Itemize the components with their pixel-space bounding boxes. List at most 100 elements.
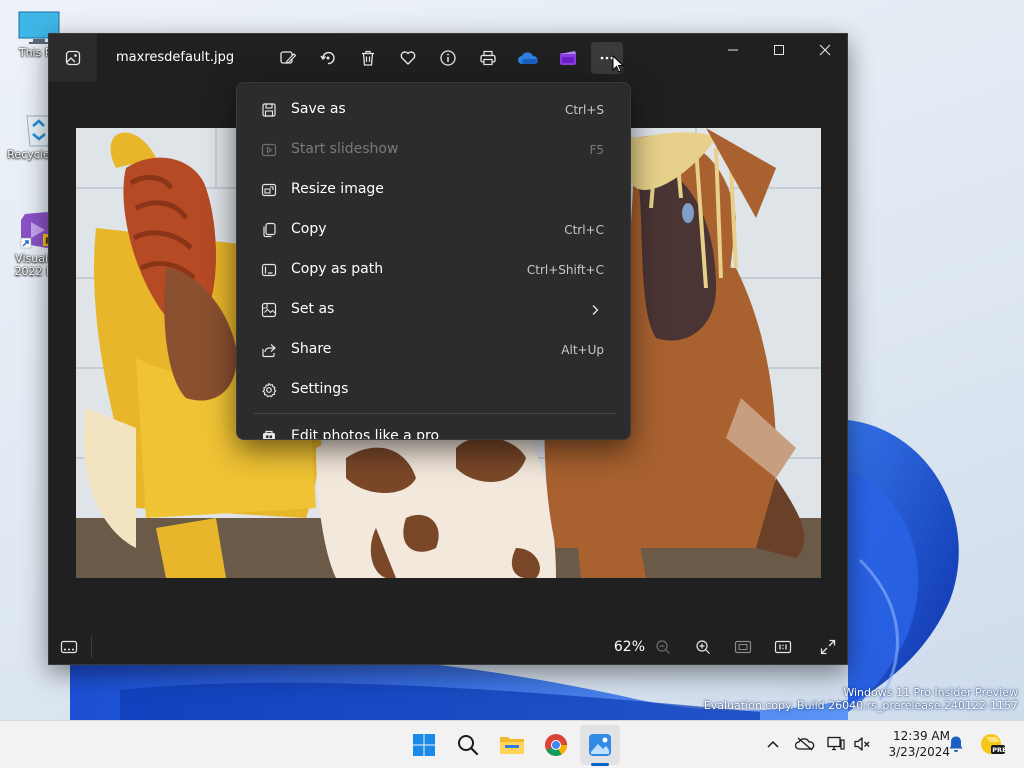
actual-size-button[interactable]	[767, 632, 799, 662]
file-explorer-button[interactable]	[492, 725, 532, 765]
volume-tray-button[interactable]	[851, 733, 873, 755]
edit-image-icon	[280, 51, 297, 64]
maximize-button[interactable]	[756, 34, 802, 66]
start-button[interactable]	[404, 725, 444, 765]
zoom-in-icon	[696, 640, 710, 654]
save-icon	[262, 103, 276, 117]
taskbar: 12:39 AM 3/23/2024 PRE	[0, 720, 1024, 768]
menu-item-label: Set as	[291, 301, 335, 317]
window-title: maxresdefault.jpg	[116, 50, 235, 65]
fit-to-window-icon	[734, 640, 752, 654]
copy-icon	[263, 222, 276, 238]
onedrive-tray-button[interactable]	[794, 733, 816, 755]
slideshow-icon	[261, 143, 277, 157]
minimize-icon	[728, 49, 738, 51]
zoom-out-button[interactable]	[647, 632, 679, 662]
menu-item-shortcut: Ctrl+S	[564, 103, 604, 117]
actual-size-icon	[774, 640, 792, 654]
insider-badge[interactable]: PRE	[980, 731, 1006, 757]
search-button[interactable]	[448, 725, 488, 765]
zoom-level[interactable]: 62%	[601, 639, 645, 655]
system-clock[interactable]: 12:39 AM 3/23/2024	[876, 728, 950, 760]
menu-item-share[interactable]: Share Alt+Up	[241, 332, 626, 368]
clock-date: 3/23/2024	[888, 745, 950, 759]
favorite-button[interactable]	[392, 42, 424, 74]
menu-item-label: Save as	[291, 101, 346, 117]
onedrive-button[interactable]	[512, 42, 544, 74]
notifications-button[interactable]	[945, 733, 967, 755]
photos-taskbar-button[interactable]	[580, 725, 620, 765]
image-icon	[65, 50, 81, 66]
settings-icon	[262, 382, 277, 398]
menu-item-label: Copy	[291, 221, 327, 237]
rotate-button[interactable]	[312, 42, 344, 74]
photos-app-icon	[49, 34, 97, 82]
clock-time: 12:39 AM	[893, 729, 950, 743]
menu-item-resize-image[interactable]: Resize image	[241, 172, 626, 208]
print-icon	[480, 50, 496, 66]
print-button[interactable]	[472, 42, 504, 74]
minimize-button[interactable]	[710, 34, 756, 66]
show-hidden-icons-button[interactable]	[762, 733, 784, 755]
rotate-icon	[320, 51, 335, 65]
menu-item-save-as[interactable]: Save as Ctrl+S	[241, 92, 626, 128]
more-options-menu: Save as Ctrl+S Start slideshow F5 Resize…	[236, 82, 631, 440]
chrome-button[interactable]	[536, 725, 576, 765]
menu-item-set-as[interactable]: Set as	[241, 292, 626, 328]
bottom-bar: 62%	[49, 630, 847, 664]
network-icon	[827, 736, 845, 751]
edit-image-button[interactable]	[272, 42, 304, 74]
store-icon	[263, 430, 275, 439]
share-icon	[262, 344, 276, 358]
close-icon	[819, 44, 831, 56]
zoom-in-button[interactable]	[687, 632, 719, 662]
filmstrip-button[interactable]	[53, 632, 85, 662]
copy-path-icon	[261, 263, 277, 277]
menu-item-label: Settings	[291, 381, 349, 397]
menu-item-shortcut: Alt+Up	[561, 343, 604, 357]
heart-icon	[400, 51, 416, 65]
bottom-bar-separator	[91, 636, 92, 658]
full-screen-button[interactable]	[812, 632, 844, 662]
title-bar[interactable]: maxresdefault.jpg	[49, 34, 847, 82]
active-app-indicator	[591, 763, 609, 766]
bell-icon	[949, 736, 963, 752]
evaluation-watermark: Windows 11 Pro Insider Preview Evaluatio…	[704, 686, 1018, 712]
menu-divider	[254, 413, 616, 414]
onedrive-offline-icon	[795, 737, 815, 751]
mouse-cursor-icon	[612, 55, 625, 73]
network-tray-button[interactable]	[825, 733, 847, 755]
clipchamp-icon	[560, 51, 576, 65]
watermark-line: Evaluation copy. Build 26040.rs_prerelea…	[703, 699, 1018, 712]
close-button[interactable]	[802, 34, 847, 66]
chrome-icon	[545, 734, 568, 756]
start-icon	[413, 734, 435, 756]
chevron-up-icon	[767, 740, 779, 748]
volume-muted-icon	[854, 737, 870, 751]
menu-item-edit-photos-like-a-pro[interactable]: Edit photos like a pro	[241, 419, 626, 440]
menu-item-shortcut: Ctrl+Shift+C	[526, 263, 604, 277]
fit-to-window-button[interactable]	[727, 632, 759, 662]
zoom-out-icon	[656, 640, 670, 654]
clipchamp-button[interactable]	[552, 42, 584, 74]
set-as-icon	[261, 302, 277, 318]
info-icon	[440, 50, 456, 66]
menu-item-copy[interactable]: Copy Ctrl+C	[241, 212, 626, 248]
maximize-icon	[774, 45, 784, 55]
insider-badge-text: PRE	[992, 746, 1006, 754]
search-icon	[458, 735, 479, 756]
menu-item-label: Edit photos like a pro	[291, 428, 440, 440]
menu-item-label: Start slideshow	[291, 141, 399, 157]
menu-item-shortcut: Ctrl+C	[564, 223, 604, 237]
file-explorer-icon	[500, 737, 524, 754]
menu-item-copy-as-path[interactable]: Copy as path Ctrl+Shift+C	[241, 252, 626, 288]
info-button[interactable]	[432, 42, 464, 74]
resize-icon	[261, 183, 277, 197]
menu-item-start-slideshow[interactable]: Start slideshow F5	[241, 132, 626, 168]
menu-item-label: Copy as path	[291, 261, 384, 277]
menu-item-settings[interactable]: Settings	[241, 372, 626, 408]
delete-button[interactable]	[352, 42, 384, 74]
delete-icon	[362, 50, 374, 66]
watermark-line: Windows 11 Pro Insider Preview	[843, 686, 1018, 699]
menu-item-shortcut: F5	[589, 143, 604, 157]
